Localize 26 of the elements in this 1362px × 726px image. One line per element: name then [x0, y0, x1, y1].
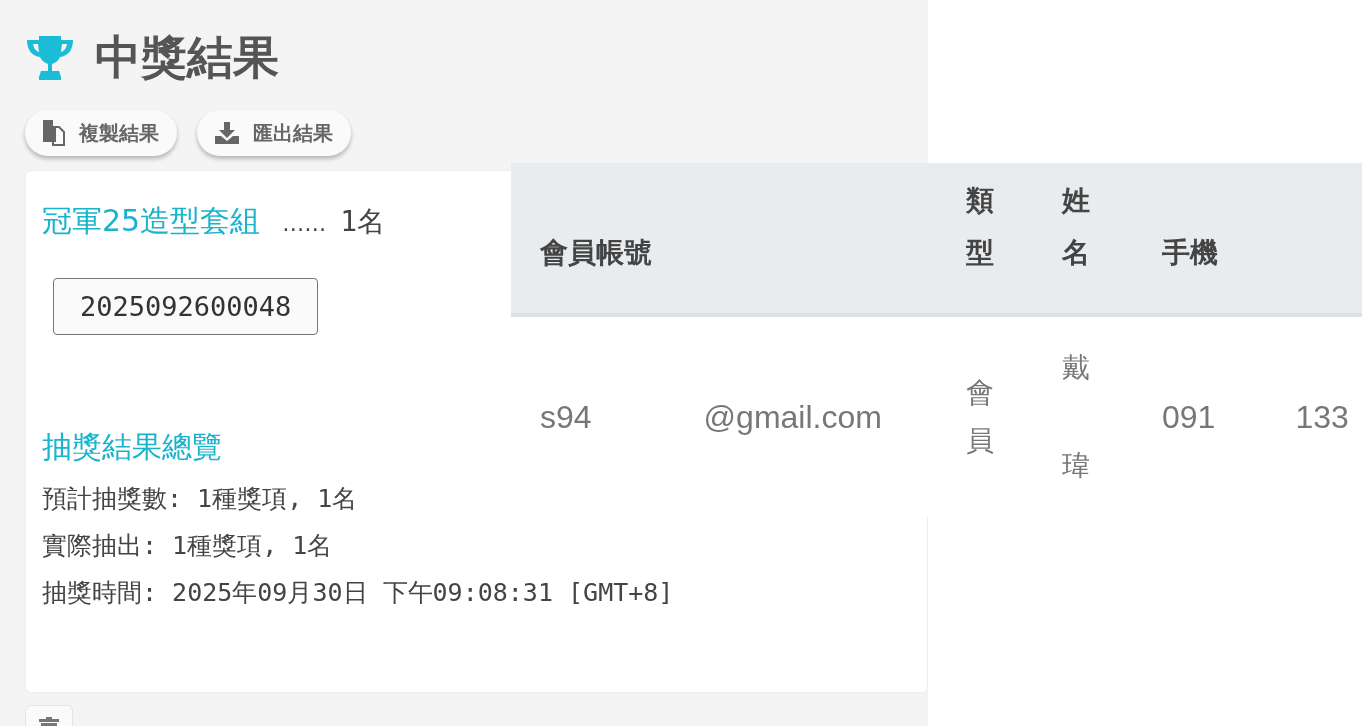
ticket-code: 2025092600048: [53, 278, 319, 335]
action-button[interactable]: 複製結果: [25, 110, 177, 156]
trash-icon: [39, 716, 59, 726]
table-cell: s94: [540, 398, 592, 436]
table-cell: @gmail.com: [703, 398, 882, 436]
summary-line: 抽獎時間: 2025年09月30日 下午09:08:31 [GMT+8]: [42, 577, 674, 609]
ellipsis-text: ……: [282, 211, 327, 236]
column-header: 會員帳號: [511, 163, 948, 317]
summary-heading: 抽獎結果總覽: [42, 428, 222, 466]
column-header: 手機: [1140, 163, 1362, 317]
page-title: 中獎結果: [95, 29, 279, 86]
table-cell: 091: [1162, 398, 1216, 436]
trash-button[interactable]: [25, 705, 73, 726]
action-button[interactable]: 匯出結果: [197, 110, 351, 156]
table-cell: 133: [1295, 398, 1349, 436]
column-header: 姓名: [1044, 163, 1140, 317]
table-cell-text: 會員: [966, 375, 994, 459]
summary-line: 預計抽獎數: 1種獎項, 1名: [42, 483, 358, 515]
download-icon: [215, 122, 239, 144]
trophy-icon: [25, 36, 75, 80]
table-cell-text: 戴: [1062, 350, 1090, 386]
column-header: 類型: [948, 163, 1044, 317]
copy-icon: [43, 120, 65, 146]
summary-line: 實際抽出: 1種獎項, 1名: [42, 530, 333, 562]
winner-count: 1名: [340, 204, 386, 240]
table-cell-text: 瑋: [1062, 448, 1090, 484]
